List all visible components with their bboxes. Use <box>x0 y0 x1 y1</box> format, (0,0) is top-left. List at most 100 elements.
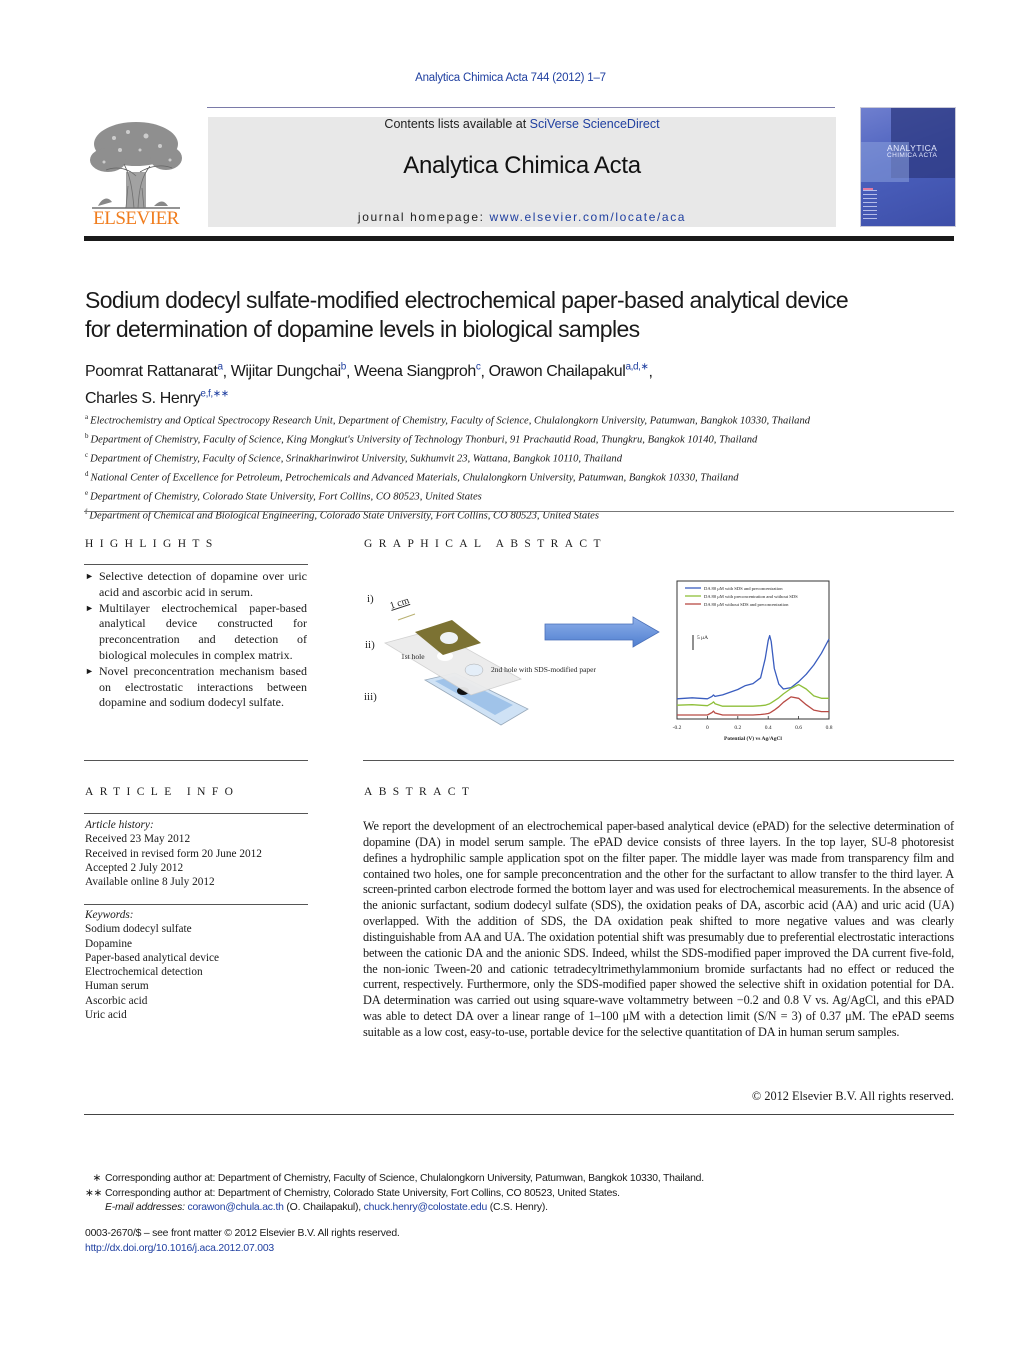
x-axis-label: Potential (V) vs Ag/AgCl <box>724 735 782 742</box>
journal-title: Analytica Chimica Acta <box>403 152 641 179</box>
affiliation: d National Center of Excellence for Petro… <box>85 467 955 486</box>
x-tick-label: -0.2 <box>673 725 682 731</box>
affiliation-text: Electrochemistry and Optical Spectrocopy… <box>90 415 811 427</box>
footnote-mark: ∗∗ <box>85 1187 103 1199</box>
divider <box>84 564 308 565</box>
paper-title-line2: for determination of dopamine levels in … <box>85 316 640 342</box>
footnote-text: Corresponding author at: Department of C… <box>105 1187 620 1199</box>
keywords-label: Keywords: <box>85 909 134 921</box>
journal-cover-image[interactable]: ANALYTICA CHIMICA ACTA <box>860 107 956 227</box>
highlight-text: Multilayer electrochemical paper-based a… <box>99 600 307 662</box>
hole-1-label: 1st hole <box>401 652 425 661</box>
divider <box>84 904 308 905</box>
author[interactable]: Poomrat Rattanarata <box>85 362 223 380</box>
author-list: Poomrat Rattanarata, Wijitar Dungchaib, … <box>85 357 955 410</box>
highlight-item: ► Multilayer electrochemical paper-based … <box>85 601 307 664</box>
affiliation-key: a <box>85 413 89 421</box>
abstract-heading: ABSTRACT <box>364 786 476 798</box>
elsevier-logo[interactable]: ELSEVIER <box>84 116 188 229</box>
history-accepted: Accepted 2 July 2012 <box>85 861 184 874</box>
article-info-heading: ARTICLE INFO <box>85 786 240 798</box>
author[interactable]: Weena Siangprohc <box>354 362 481 381</box>
paper-title-line1: Sodium dodecyl sulfate-modified electroc… <box>85 287 849 313</box>
history-received: Received 23 May 2012 <box>85 833 191 846</box>
highlights-list: ► Selective detection of dopamine over ur… <box>85 569 307 711</box>
copyright: © 2012 Elsevier B.V. All rights reserved… <box>751 1089 954 1103</box>
x-tick-label: 0.6 <box>795 725 802 731</box>
chart-svg: DA 80 μM with SDS and preconcentration DA… <box>673 580 833 742</box>
author[interactable]: Orawon Chailapakula,d,∗ <box>489 362 649 380</box>
keyword: Sodium dodecyl sulfate <box>85 923 192 936</box>
keyword: Electrochemical detection <box>85 966 203 979</box>
email-link[interactable]: corawon@chula.ac.th <box>187 1202 283 1213</box>
legend-label: DA 80 μM without SDS and preconcentratio… <box>704 602 789 607</box>
article-history-label: Article history: <box>85 819 154 831</box>
divider <box>84 760 308 761</box>
affiliation: b Department of Chemistry, Faculty of Sci… <box>85 429 955 448</box>
divider <box>363 760 954 761</box>
hole-2 <box>464 663 484 677</box>
author-separator: , <box>480 363 489 381</box>
highlight-text: Novel preconcentration mechanism based o… <box>99 663 307 710</box>
author[interactable]: Charles S. Henrye,f,∗∗ <box>85 388 229 406</box>
corresponding-author-note: ∗∗ Corresponding author at: Department of… <box>85 1187 955 1202</box>
author-affiliation-marker[interactable]: e,f,∗∗ <box>200 388 229 399</box>
article-history: Article history: Received 23 May 2012 Re… <box>85 818 307 889</box>
scale-bar-label: 5 μA <box>697 635 708 641</box>
abstract-text: We report the development of an electroc… <box>363 819 954 1039</box>
journal-homepage-link[interactable]: www.elsevier.com/locate/aca <box>489 210 686 224</box>
history-online: Available online 8 July 2012 <box>85 876 215 889</box>
elsevier-wordmark: ELSEVIER <box>93 208 179 229</box>
keyword: Human serum <box>85 980 149 993</box>
divider <box>84 813 308 814</box>
cover-text-lines <box>863 190 877 220</box>
affiliation: a Electrochemistry and Optical Spectrocop… <box>85 410 955 429</box>
author-affiliation-marker[interactable]: a,d,∗ <box>625 362 648 373</box>
highlight-text: Selective detection of dopamine over uri… <box>99 569 307 599</box>
layer-label-iii: iii) <box>364 691 377 703</box>
affiliation-key: e <box>85 488 89 497</box>
bullet-triangle-icon: ► <box>85 665 94 676</box>
author-separator: , <box>345 363 355 381</box>
affiliation-key: b <box>85 431 89 440</box>
affiliation-text: Department of Chemistry, Colorado State … <box>90 491 482 503</box>
author-separator: , <box>222 363 231 381</box>
header-top-rule <box>207 107 835 108</box>
bullet-triangle-icon: ► <box>85 571 94 581</box>
email-label: E-mail addresses: <box>105 1202 185 1213</box>
affiliation-text: Department of Chemistry, Faculty of Scie… <box>90 434 758 446</box>
author[interactable]: Wijitar Dungchaib <box>231 362 347 380</box>
voltammogram-chart[interactable]: DA 80 μM with SDS and preconcentration DA… <box>665 577 845 745</box>
contents-line: Contents lists available at SciVerse Sci… <box>208 117 836 131</box>
author-name: Weena Siangproh <box>354 363 476 381</box>
cover-title: ANALYTICA CHIMICA ACTA <box>887 144 937 160</box>
email-owner: (C.S. Henry). <box>487 1202 548 1213</box>
x-tick-label: 0.2 <box>734 725 741 731</box>
affiliation-key: c <box>85 450 89 459</box>
footnotes: ∗ Corresponding author at: Department of … <box>85 1172 955 1216</box>
x-tick-label: 0.8 <box>826 725 833 731</box>
contents-prefix: Contents lists available at <box>384 117 530 131</box>
cover-title-line1: ANALYTICA <box>887 143 938 153</box>
x-tick-label: 0.4 <box>765 725 772 731</box>
email-link[interactable]: chuck.henry@colostate.edu <box>364 1202 488 1213</box>
scale-bar <box>397 613 416 621</box>
x-tick-label: 0 <box>706 725 709 731</box>
divider <box>84 1114 954 1115</box>
journal-reference[interactable]: Analytica Chimica Acta 744 (2012) 1–7 <box>0 72 1021 84</box>
front-matter: 0003-2670/$ – see front matter © 2012 El… <box>85 1226 685 1256</box>
bullet-triangle-icon: ► <box>85 602 94 613</box>
corresponding-author-note: ∗ Corresponding author at: Department of … <box>85 1172 955 1187</box>
scale-label: 1 cm <box>389 595 411 612</box>
sciencedirect-link[interactable]: SciVerse ScienceDirect <box>530 117 660 131</box>
layer-label-i: i) <box>367 593 374 605</box>
doi-link[interactable]: http://dx.doi.org/10.1016/j.aca.2012.07.… <box>85 1241 685 1256</box>
keyword: Dopamine <box>85 937 133 950</box>
affiliation-key: d <box>85 469 89 478</box>
layer-label-ii: ii) <box>365 639 375 651</box>
keyword: Paper-based analytical device <box>85 951 220 964</box>
graphical-abstract-heading: GRAPHICAL ABSTRACT <box>364 538 607 550</box>
email-addresses: E-mail addresses: corawon@chula.ac.th (O… <box>85 1201 955 1216</box>
affiliation: c Department of Chemistry, Faculty of Sci… <box>85 448 955 467</box>
affiliation: e Department of Chemistry, Colorado State… <box>85 486 955 505</box>
